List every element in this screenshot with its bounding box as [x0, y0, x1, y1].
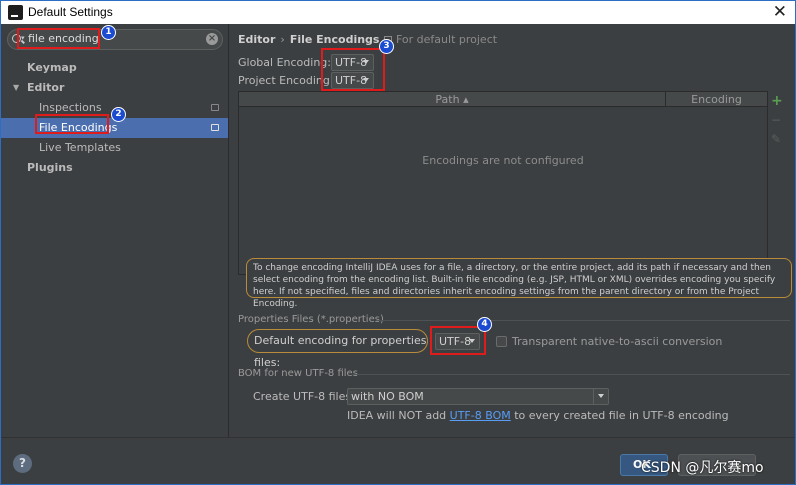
settings-content: Editor › File Encodings For default projec…	[230, 24, 795, 437]
clear-search-icon[interactable]: ×	[206, 33, 218, 45]
breadcrumb-separator: ›	[280, 33, 285, 46]
transparent-conversion-label[interactable]: Transparent native-to-ascii conversion	[512, 335, 722, 348]
bom-note-text-end: to every created file in UTF-8 encoding	[510, 409, 729, 422]
project-config-icon	[211, 104, 219, 111]
breadcrumb-editor: Editor	[238, 33, 276, 46]
annotation-badge-4: 4	[477, 317, 492, 332]
bom-note: IDEA will NOT add UTF-8 BOM to every cre…	[347, 409, 729, 422]
sidebar-item-plugins[interactable]: Plugins	[1, 158, 228, 178]
annotation-box-file-encodings	[35, 114, 109, 134]
close-icon[interactable]: ✕	[773, 2, 787, 22]
sidebar-item-label: Keymap	[27, 61, 77, 74]
table-header: Path ▴ Encoding	[239, 92, 767, 107]
project-scope-note: For default project	[384, 33, 497, 46]
sidebar-item-keymap[interactable]: Keymap	[1, 58, 228, 78]
breadcrumb-file-encodings: File Encodings	[289, 33, 380, 46]
project-encoding-label: Project Encoding:	[238, 74, 334, 87]
bom-select[interactable]: with NO BOM	[347, 388, 609, 405]
bom-select-value: with NO BOM	[351, 390, 424, 403]
title-bar: Default Settings ✕	[1, 1, 795, 24]
breadcrumb: Editor › File Encodings For default projec…	[238, 33, 497, 46]
create-utf8-label: Create UTF-8 files:	[253, 390, 355, 403]
settings-sidebar: ▾ file encoding × Keymap ▼ Editor Inspec…	[1, 24, 229, 437]
project-scope-label: For default project	[396, 33, 498, 46]
annotation-box-search	[17, 28, 100, 49]
window-title: Default Settings	[28, 5, 113, 19]
properties-encoding-label: Default encoding for properties files:	[247, 329, 428, 369]
watermark: CSDN @凡尔赛mo	[641, 460, 764, 476]
annotation-box-properties	[430, 326, 486, 355]
sidebar-item-label: Editor	[27, 81, 65, 94]
remove-icon[interactable]: −	[771, 113, 781, 127]
chevron-down-icon	[598, 394, 604, 398]
intellij-idea-icon	[8, 5, 23, 20]
settings-window: Default Settings ✕ ▾ file encoding × Key…	[0, 0, 796, 485]
properties-group-label: Properties Files (*.properties)	[238, 314, 384, 325]
sidebar-item-live-templates[interactable]: Live Templates	[1, 138, 228, 158]
column-header-path[interactable]: Path ▴	[239, 92, 665, 107]
encoding-help-text: To change encoding IntelliJ IDEA uses fo…	[246, 258, 792, 309]
bom-note-text: IDEA will NOT add	[347, 409, 450, 422]
sidebar-item-label: Live Templates	[39, 141, 121, 154]
encodings-table: Path ▴ Encoding Encodings are not config…	[238, 91, 768, 275]
sidebar-item-editor[interactable]: ▼ Editor	[1, 78, 228, 98]
expand-arrow-icon[interactable]: ▼	[13, 78, 19, 98]
global-encoding-label: Global Encoding:	[238, 56, 331, 69]
annotation-badge-3: 3	[379, 39, 394, 54]
help-icon[interactable]: ?	[13, 454, 32, 473]
project-config-icon	[211, 124, 219, 131]
add-icon[interactable]: +	[771, 93, 783, 109]
transparent-conversion-checkbox[interactable]	[496, 336, 507, 347]
column-header-encoding[interactable]: Encoding	[665, 92, 767, 107]
utf8-bom-link[interactable]: UTF-8 BOM	[450, 409, 511, 422]
bom-group-label: BOM for new UTF-8 files	[238, 368, 358, 379]
sidebar-item-label: Plugins	[27, 161, 73, 174]
edit-icon[interactable]: ✎	[771, 132, 781, 146]
select-divider	[593, 389, 594, 404]
group-divider	[352, 374, 790, 375]
annotation-badge-1: 1	[101, 25, 116, 40]
table-empty-text: Encodings are not configured	[422, 154, 584, 167]
group-divider	[376, 320, 790, 321]
annotation-box-encodings	[321, 48, 385, 91]
annotation-badge-2: 2	[111, 107, 126, 122]
